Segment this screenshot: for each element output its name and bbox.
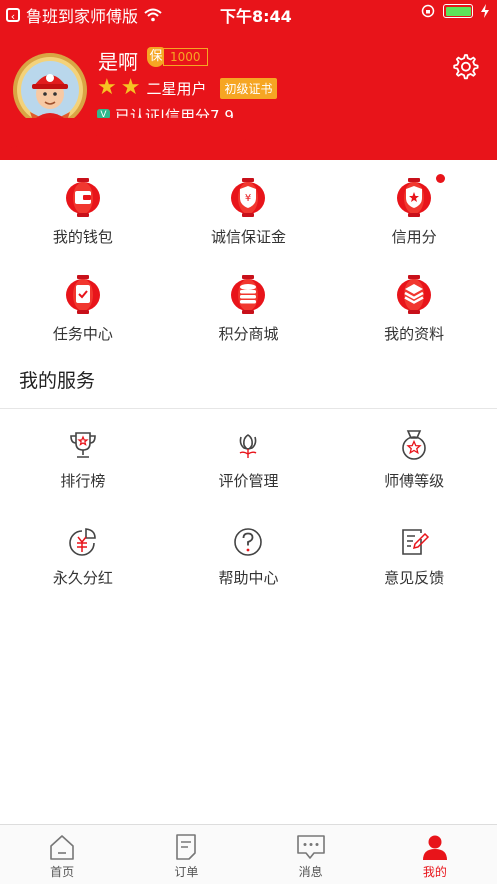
level-label: 二星用户 <box>146 79 207 98</box>
header-wave <box>0 118 497 150</box>
menu-item-label: 信用分 <box>391 228 437 246</box>
star-rating: ★ ★ 二星用户 初级证书 <box>97 77 277 99</box>
section-divider <box>0 408 497 409</box>
tab-label: 我的 <box>422 865 447 879</box>
cert-tag[interactable]: 初级证书 <box>220 77 277 99</box>
yuan-pie-icon <box>69 528 96 556</box>
services-title: 我的服务 <box>19 370 96 392</box>
username: 是啊 <box>98 50 138 74</box>
tab-label: 订单 <box>174 865 199 879</box>
menu-item-deposit[interactable]: ¥ 诚信保证金 <box>166 166 445 263</box>
service-item-label: 师傅等级 <box>384 472 445 490</box>
service-item-label: 评价管理 <box>218 472 279 490</box>
home-icon <box>50 835 74 860</box>
feedback-icon <box>402 529 430 555</box>
tab-orders[interactable]: 订单 <box>124 825 248 884</box>
status-bar: ‹ 鲁班到家师傅版 下午8:44 <box>0 0 497 27</box>
layers-lantern-icon <box>397 275 432 314</box>
wallet-lantern-icon <box>65 178 100 217</box>
battery-icon <box>443 4 473 18</box>
gear-icon[interactable] <box>451 52 479 80</box>
message-icon <box>296 835 325 859</box>
tab-label: 首页 <box>50 865 75 879</box>
menu-item-label: 任务中心 <box>52 325 113 343</box>
avatar[interactable] <box>12 52 88 128</box>
wifi-icon <box>144 8 162 22</box>
services-grid: 排行榜 评价管理 师傅等级 永久分红 帮助中心 意见反馈 <box>0 410 497 604</box>
menu-item-my-info[interactable]: 我的资料 <box>331 263 497 360</box>
service-item-ranking[interactable]: 排行榜 <box>0 410 166 507</box>
help-icon <box>234 528 263 556</box>
order-icon <box>176 834 197 860</box>
menu-item-label: 我的资料 <box>384 325 445 343</box>
flower-icon <box>240 434 257 458</box>
back-app-icon[interactable]: ‹ <box>6 8 20 23</box>
back-app-label[interactable]: 鲁班到家师傅版 <box>26 3 138 27</box>
tab-home[interactable]: 首页 <box>0 825 124 884</box>
menu-item-credit[interactable]: 信用分 <box>331 166 497 263</box>
service-item-label: 排行榜 <box>60 472 106 490</box>
service-item-help[interactable]: 帮助中心 <box>166 507 332 604</box>
star-icon: ★ <box>97 75 117 100</box>
credit-shield-lantern-icon <box>397 178 432 217</box>
service-item-master-level[interactable]: 师傅等级 <box>331 410 497 507</box>
task-lantern-icon <box>65 275 100 314</box>
service-item-dividend[interactable]: 永久分红 <box>0 507 166 604</box>
tab-bar: 首页 订单 消息 我的 <box>0 824 497 884</box>
menu-item-points-mall[interactable]: 积分商城 <box>166 263 332 360</box>
service-item-label: 帮助中心 <box>218 569 279 587</box>
charging-icon <box>481 4 489 18</box>
service-item-reviews[interactable]: 评价管理 <box>166 410 332 507</box>
menu-item-wallet[interactable]: 我的钱包 <box>0 166 166 263</box>
service-item-label: 永久分红 <box>52 569 113 587</box>
medal-icon <box>402 430 426 460</box>
tab-messages[interactable]: 消息 <box>249 825 373 884</box>
svg-text:¥: ¥ <box>245 193 251 204</box>
star-icon: ★ <box>120 75 141 100</box>
menu-item-tasks[interactable]: 任务中心 <box>0 263 166 360</box>
trophy-icon <box>70 432 96 458</box>
service-item-label: 意见反馈 <box>384 569 445 587</box>
menu-item-label: 诚信保证金 <box>210 228 286 246</box>
profile-icon <box>422 835 447 860</box>
deposit-amount: 1000 <box>163 48 208 66</box>
service-item-feedback[interactable]: 意见反馈 <box>331 507 497 604</box>
tab-profile[interactable]: 我的 <box>373 825 497 884</box>
deposit-badge[interactable]: 保 1000 <box>147 47 208 67</box>
menu-item-label: 积分商城 <box>218 325 279 343</box>
quick-menu: 我的钱包 ¥ 诚信保证金 信用分 任务中心 积分商城 我的资料 <box>0 166 497 360</box>
menu-item-label: 我的钱包 <box>52 228 113 246</box>
coins-lantern-icon <box>231 275 266 314</box>
status-time: 下午8:44 <box>220 7 292 26</box>
yuan-shield-lantern-icon: ¥ <box>231 178 266 217</box>
tab-label: 消息 <box>298 865 323 879</box>
orientation-lock-icon <box>421 4 435 18</box>
